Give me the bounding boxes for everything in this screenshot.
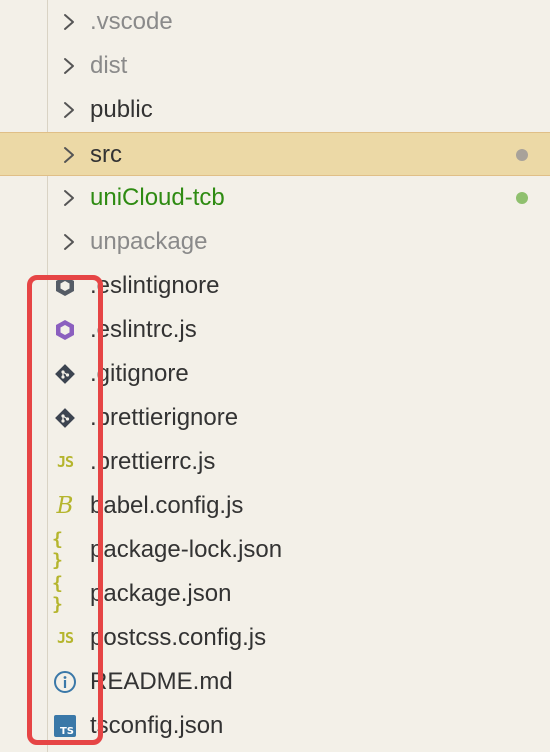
git-status-dot — [516, 192, 528, 204]
folder-row-unicloud-tcb[interactable]: uniCloud-tcb — [0, 176, 550, 220]
tree-item-label: .prettierignore — [90, 404, 239, 431]
tree-item-label: src — [90, 141, 122, 168]
chevron-right-icon[interactable] — [60, 231, 78, 253]
tree-item-label: .prettierrc.js — [90, 448, 216, 475]
tree-item-label: unpackage — [90, 228, 208, 255]
tree-item-label: package-lock.json — [90, 536, 283, 563]
chevron-right-icon[interactable] — [60, 187, 78, 209]
tree-item-label: tsconfig.json — [90, 712, 224, 739]
chevron-right-icon[interactable] — [60, 144, 78, 166]
chevron-right-icon[interactable] — [60, 55, 78, 77]
tree-item-label: dist — [90, 52, 128, 79]
chevron-right-icon[interactable] — [60, 99, 78, 121]
annotation-highlight-box — [27, 275, 103, 745]
tree-item-label: postcss.config.js — [90, 624, 267, 651]
tree-item-label: public — [90, 96, 153, 123]
folder-row-vscode[interactable]: ⁠.vscode — [0, 0, 550, 44]
tree-item-label: uniCloud-tcb — [90, 184, 225, 211]
folder-row-public[interactable]: public — [0, 88, 550, 132]
tree-item-label: ⁠.vscode — [90, 8, 173, 35]
tree-item-label: .gitignore — [90, 360, 189, 387]
file-explorer: ⁠.vscode dist public src uniCloud-tcb unpacka… — [0, 0, 550, 752]
folder-row-src[interactable]: src — [0, 132, 550, 176]
tree-item-label: .eslintrc.js — [90, 316, 197, 343]
tree-item-label: babel.config.js — [90, 492, 244, 519]
tree-item-label: package.json — [90, 580, 232, 607]
folder-row-dist[interactable]: dist — [0, 44, 550, 88]
tree-item-label: README.md — [90, 668, 233, 695]
chevron-right-icon[interactable] — [60, 11, 78, 33]
git-status-dot — [516, 149, 528, 161]
tree-item-label: .eslintignore — [90, 272, 220, 299]
folder-row-unpackage[interactable]: unpackage — [0, 220, 550, 264]
